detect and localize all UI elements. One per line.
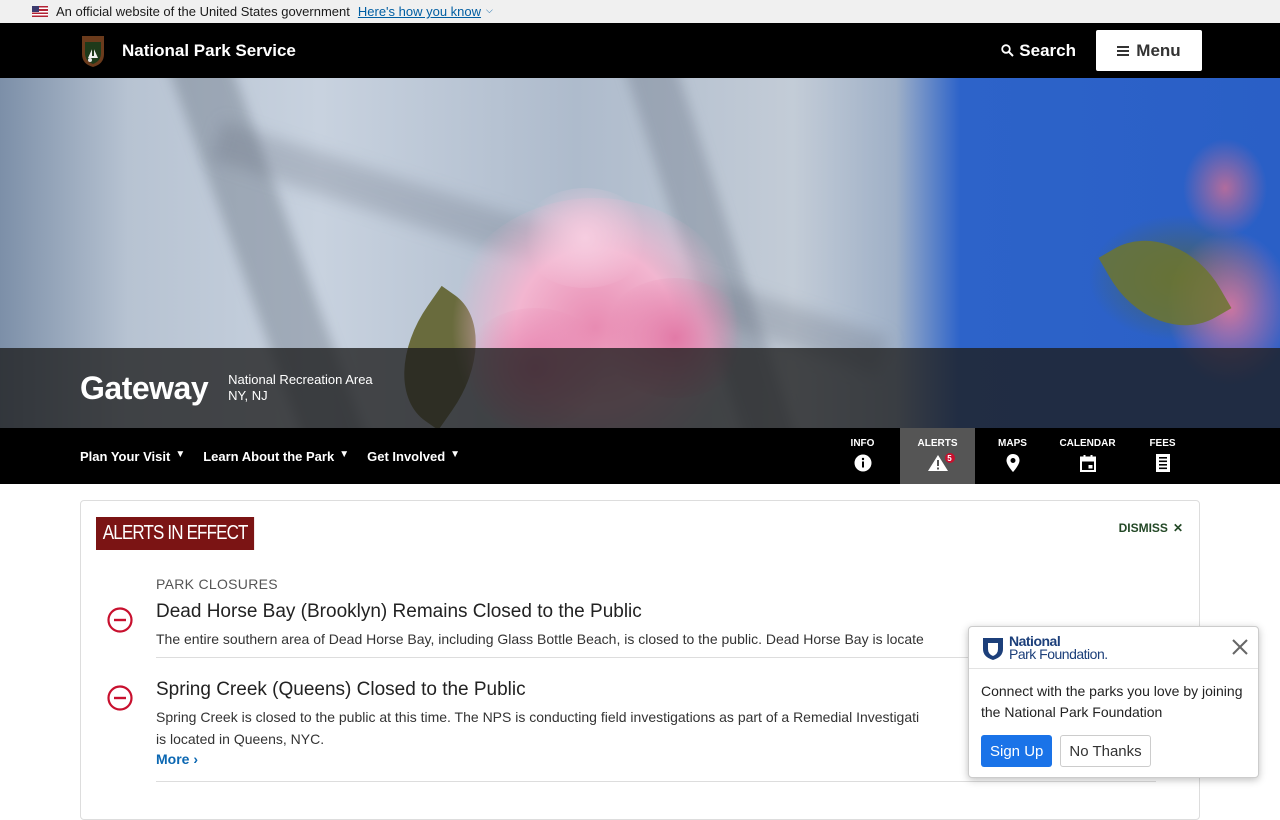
caret-down-icon: ▼: [450, 448, 461, 460]
nav-get-involved[interactable]: Get Involved ▼: [367, 449, 460, 464]
search-button[interactable]: Search: [1001, 41, 1076, 61]
close-icon: ✕: [1172, 521, 1183, 535]
quick-calendar-label: CALENDAR: [1059, 438, 1116, 449]
npf-logo: National Park Foundation.: [981, 634, 1108, 662]
npf-signup-popup: National Park Foundation. Connect with th…: [968, 626, 1259, 778]
alerts-heading: ALERTS IN EFFECT: [96, 517, 255, 550]
npf-logo-line2: Park Foundation.: [1009, 645, 1108, 662]
quick-alerts[interactable]: ALERTS 5: [900, 428, 975, 484]
chevron-down-icon[interactable]: ⌵: [486, 5, 493, 16]
gov-banner: An official website of the United States…: [0, 0, 1280, 23]
no-thanks-button[interactable]: No Thanks: [1060, 735, 1151, 767]
park-nav: Plan Your Visit ▼ Learn About the Park ▼ G…: [0, 428, 1280, 484]
nav-label: Learn About the Park: [203, 448, 335, 464]
more-link[interactable]: More ›: [156, 751, 198, 767]
park-name[interactable]: Gateway: [80, 370, 209, 407]
menu-label: Menu: [1136, 40, 1181, 60]
menu-button[interactable]: Menu: [1096, 30, 1202, 71]
park-states: NY, NJ: [228, 388, 268, 403]
sign-up-button[interactable]: Sign Up: [981, 735, 1053, 767]
closure-icon: [107, 685, 133, 711]
alert-title[interactable]: Dead Horse Bay (Brooklyn) Remains Closed…: [156, 601, 1156, 623]
closure-icon: [107, 607, 133, 633]
alert-category: PARK CLOSURES: [156, 576, 278, 592]
dismiss-label: DISMISS: [1118, 521, 1168, 535]
nav-label: Get Involved: [367, 448, 446, 464]
site-header: National Park Service Search Menu: [0, 23, 1280, 78]
search-label: Search: [1019, 40, 1076, 60]
dismiss-alerts-button[interactable]: DISMISS ✕: [1119, 521, 1183, 535]
quick-calendar[interactable]: CALENDAR: [1050, 428, 1125, 484]
quick-alerts-label: ALERTS: [917, 438, 958, 449]
nav-label: Plan Your Visit: [80, 448, 171, 464]
park-title-band: Gateway National Recreation Area NY, NJ: [0, 348, 1280, 428]
alert-text-line: The entire southern area of Dead Horse B…: [156, 631, 924, 647]
nps-home-link[interactable]: National Park Service: [80, 34, 296, 68]
popup-message: Connect with the parks you love by joini…: [981, 683, 1243, 720]
receipt-icon: [1155, 453, 1171, 473]
nav-plan-your-visit[interactable]: Plan Your Visit ▼: [80, 449, 185, 464]
info-icon: [854, 453, 872, 473]
npf-shield-icon: [983, 637, 1003, 660]
hero-image: Gateway National Recreation Area NY, NJ: [0, 78, 1280, 428]
map-pin-icon: [1006, 453, 1020, 473]
alert-triangle-icon: 5: [927, 453, 955, 473]
quick-info[interactable]: INFO: [825, 428, 900, 484]
gov-banner-text: An official website of the United States…: [56, 4, 350, 19]
nps-arrowhead-logo-icon: [82, 35, 104, 67]
calendar-icon: [1079, 453, 1096, 473]
quick-info-label: INFO: [850, 438, 875, 449]
caret-down-icon: ▼: [339, 448, 350, 460]
quick-maps-label: MAPS: [998, 438, 1027, 449]
quick-fees[interactable]: FEES: [1125, 428, 1200, 484]
alerts-count-badge: 5: [944, 453, 955, 463]
quick-maps[interactable]: MAPS: [975, 428, 1050, 484]
quick-fees-label: FEES: [1149, 438, 1176, 449]
close-icon[interactable]: [1230, 637, 1250, 657]
heres-how-you-know-link[interactable]: Here's how you know: [358, 4, 481, 19]
us-flag-icon: [32, 6, 48, 17]
caret-down-icon: ▼: [175, 448, 186, 460]
nav-learn-about-the-park[interactable]: Learn About the Park ▼: [203, 449, 349, 464]
search-icon: [1001, 44, 1015, 57]
park-meta: National Recreation Area NY, NJ: [228, 372, 373, 404]
hamburger-icon: [1117, 45, 1130, 56]
park-designation: National Recreation Area: [228, 372, 373, 387]
site-title: National Park Service: [122, 40, 296, 60]
